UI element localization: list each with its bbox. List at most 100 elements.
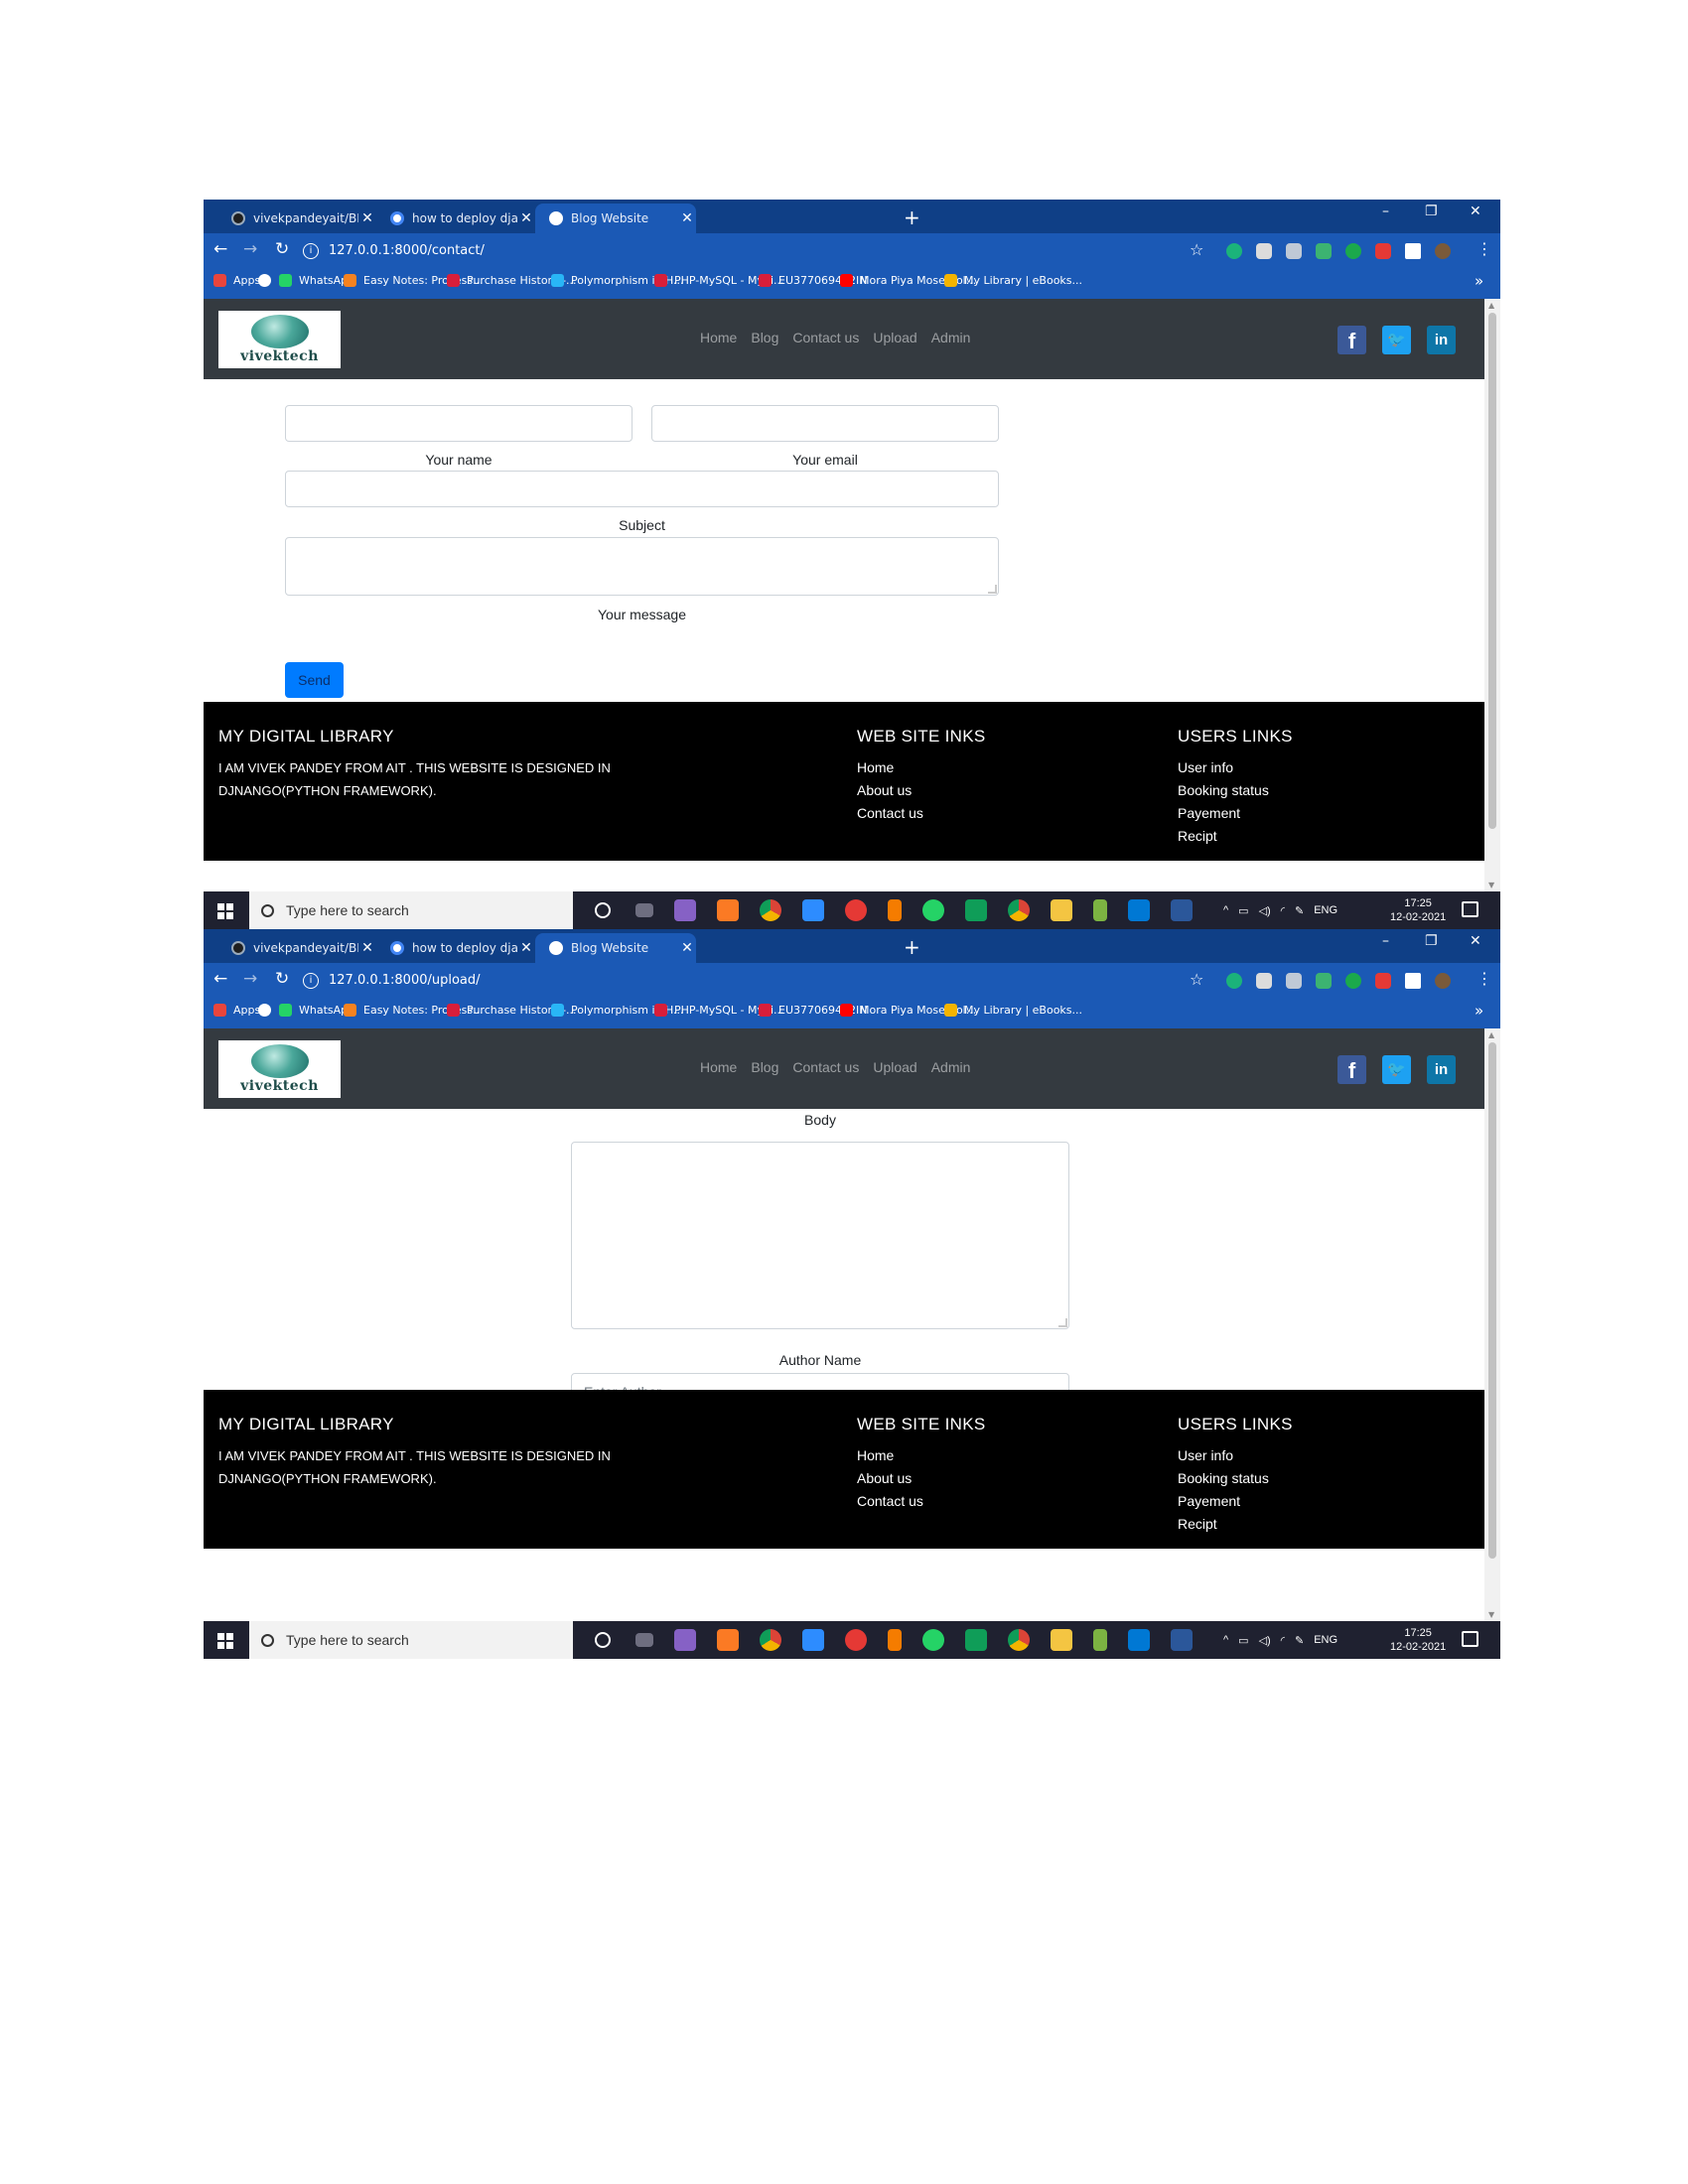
footer-link-contact-us[interactable]: Contact us [857, 802, 923, 825]
resize-handle-icon[interactable] [1058, 1318, 1067, 1327]
bookmark-item[interactable]: My Library | eBooks... [944, 1004, 1082, 1017]
battery-icon[interactable]: ▭ [1238, 904, 1248, 917]
browser-tab-active[interactable]: Blog Website ✕ [535, 204, 696, 233]
windows-start-icon[interactable] [217, 903, 233, 919]
name-input[interactable] [285, 405, 633, 442]
page-scrollbar[interactable]: ▲ ▼ [1484, 1028, 1500, 1621]
scrollbar-thumb[interactable] [1488, 1042, 1496, 1559]
vscode-icon[interactable] [1128, 1629, 1150, 1651]
new-tab-button[interactable]: + [904, 935, 920, 959]
footer-link-booking-status[interactable]: Booking status [1178, 1467, 1269, 1490]
record-icon[interactable] [845, 1629, 867, 1651]
close-tab-icon[interactable]: ✕ [678, 210, 696, 226]
windows-start-icon[interactable] [217, 1633, 233, 1649]
extension-icon[interactable] [1345, 973, 1361, 989]
extension-icon[interactable] [1286, 973, 1302, 989]
volume-icon[interactable]: ◁) [1259, 904, 1271, 917]
nav-blog[interactable]: Blog [751, 1059, 778, 1075]
body-textarea[interactable] [571, 1142, 1069, 1329]
browser-menu-icon[interactable]: ⋮ [1477, 969, 1492, 988]
wifi-icon[interactable]: ◜ [1281, 904, 1285, 917]
whatsapp-icon[interactable] [922, 899, 944, 921]
taskbar-clock[interactable]: 17:25 12-02-2021 [1390, 1626, 1446, 1654]
nav-admin[interactable]: Admin [931, 330, 971, 345]
scroll-up-icon[interactable]: ▲ [1488, 1030, 1494, 1039]
reload-icon[interactable]: ↻ [275, 239, 289, 259]
cortana-icon[interactable] [595, 1632, 611, 1648]
extension-icon[interactable] [1286, 243, 1302, 259]
zoom-icon[interactable] [802, 899, 824, 921]
twitter-icon[interactable]: 🐦 [1382, 326, 1411, 354]
xampp-icon[interactable] [717, 899, 739, 921]
show-hidden-icons-icon[interactable]: ^ [1223, 1634, 1228, 1646]
back-arrow-icon[interactable]: ← [213, 969, 227, 989]
address-bar[interactable]: i 127.0.0.1:8000/contact/ [303, 238, 1455, 263]
bookmark-star-icon[interactable]: ☆ [1190, 970, 1203, 989]
edge-icon[interactable] [965, 1629, 987, 1651]
chrome-icon[interactable] [760, 1629, 781, 1651]
close-window-icon[interactable]: ✕ [1470, 204, 1481, 219]
linkedin-icon[interactable]: in [1427, 1055, 1456, 1084]
xampp-icon[interactable] [717, 1629, 739, 1651]
info-icon[interactable]: i [303, 242, 319, 259]
chrome-icon[interactable] [1008, 1629, 1030, 1651]
browser-tab[interactable]: how to deploy django project on ✕ [376, 933, 535, 963]
site-logo[interactable]: vivektech [218, 1040, 341, 1098]
close-tab-icon[interactable]: ✕ [517, 210, 535, 226]
grammarly-icon[interactable] [1226, 973, 1242, 989]
linkedin-icon[interactable]: in [1427, 326, 1456, 354]
pdf-icon[interactable] [1375, 243, 1391, 259]
word-icon[interactable] [1171, 1629, 1193, 1651]
app-icon[interactable] [1093, 1629, 1107, 1651]
footer-link-contact-us[interactable]: Contact us [857, 1490, 923, 1513]
profile-avatar[interactable] [1435, 243, 1451, 259]
scroll-up-icon[interactable]: ▲ [1488, 301, 1494, 310]
subject-input[interactable] [285, 471, 999, 507]
extension-icon[interactable] [1256, 973, 1272, 989]
language-indicator[interactable]: ENG [1314, 904, 1337, 916]
restore-icon[interactable]: ❐ [1425, 933, 1438, 949]
new-tab-button[interactable]: + [904, 205, 920, 229]
volume-icon[interactable]: ◁) [1259, 1634, 1271, 1647]
facebook-icon[interactable]: f [1337, 326, 1366, 354]
task-view-icon[interactable] [635, 903, 653, 917]
whatsapp-icon[interactable] [922, 1629, 944, 1651]
microphone-icon[interactable] [888, 1629, 902, 1651]
puzzle-extensions-icon[interactable] [1405, 973, 1421, 989]
microphone-icon[interactable] [888, 899, 902, 921]
word-icon[interactable] [1171, 899, 1193, 921]
address-bar[interactable]: i 127.0.0.1:8000/upload/ [303, 968, 1455, 993]
bookmark-item[interactable]: Apps [213, 274, 260, 287]
info-icon[interactable]: i [303, 972, 319, 989]
close-tab-icon[interactable]: ✕ [358, 940, 376, 956]
pdf-icon[interactable] [1375, 973, 1391, 989]
more-bookmarks-icon[interactable]: » [1475, 1002, 1483, 1020]
footer-link-home[interactable]: Home [857, 756, 923, 779]
browser-tab[interactable]: how to deploy django project on ✕ [376, 204, 535, 233]
pen-icon[interactable]: ✎ [1295, 1634, 1304, 1647]
footer-link-receipt[interactable]: Recipt [1178, 1513, 1269, 1536]
taskbar-search[interactable]: Type here to search [249, 1621, 573, 1659]
browser-tab-active[interactable]: Blog Website ✕ [535, 933, 696, 963]
zoom-icon[interactable] [802, 1629, 824, 1651]
vscode-icon[interactable] [1128, 899, 1150, 921]
back-arrow-icon[interactable]: ← [213, 239, 227, 259]
profile-avatar[interactable] [1435, 973, 1451, 989]
close-tab-icon[interactable]: ✕ [358, 210, 376, 226]
site-logo[interactable]: vivektech [218, 311, 341, 368]
close-tab-icon[interactable]: ✕ [678, 940, 696, 956]
chrome-icon[interactable] [760, 899, 781, 921]
pen-icon[interactable]: ✎ [1295, 904, 1304, 917]
forward-arrow-icon[interactable]: → [243, 239, 257, 259]
footer-link-booking-status[interactable]: Booking status [1178, 779, 1269, 802]
puzzle-extensions-icon[interactable] [1405, 243, 1421, 259]
forward-arrow-icon[interactable]: → [243, 969, 257, 989]
cortana-icon[interactable] [595, 902, 611, 918]
footer-link-about-us[interactable]: About us [857, 1467, 923, 1490]
close-window-icon[interactable]: ✕ [1470, 933, 1481, 949]
bookmark-item[interactable] [258, 1004, 278, 1017]
extension-icon[interactable] [1316, 973, 1332, 989]
browser-tab[interactable]: vivekpandeyait/BLog-in-django ✕ [217, 204, 376, 233]
send-button[interactable]: Send [285, 662, 344, 698]
reload-icon[interactable]: ↻ [275, 969, 289, 989]
